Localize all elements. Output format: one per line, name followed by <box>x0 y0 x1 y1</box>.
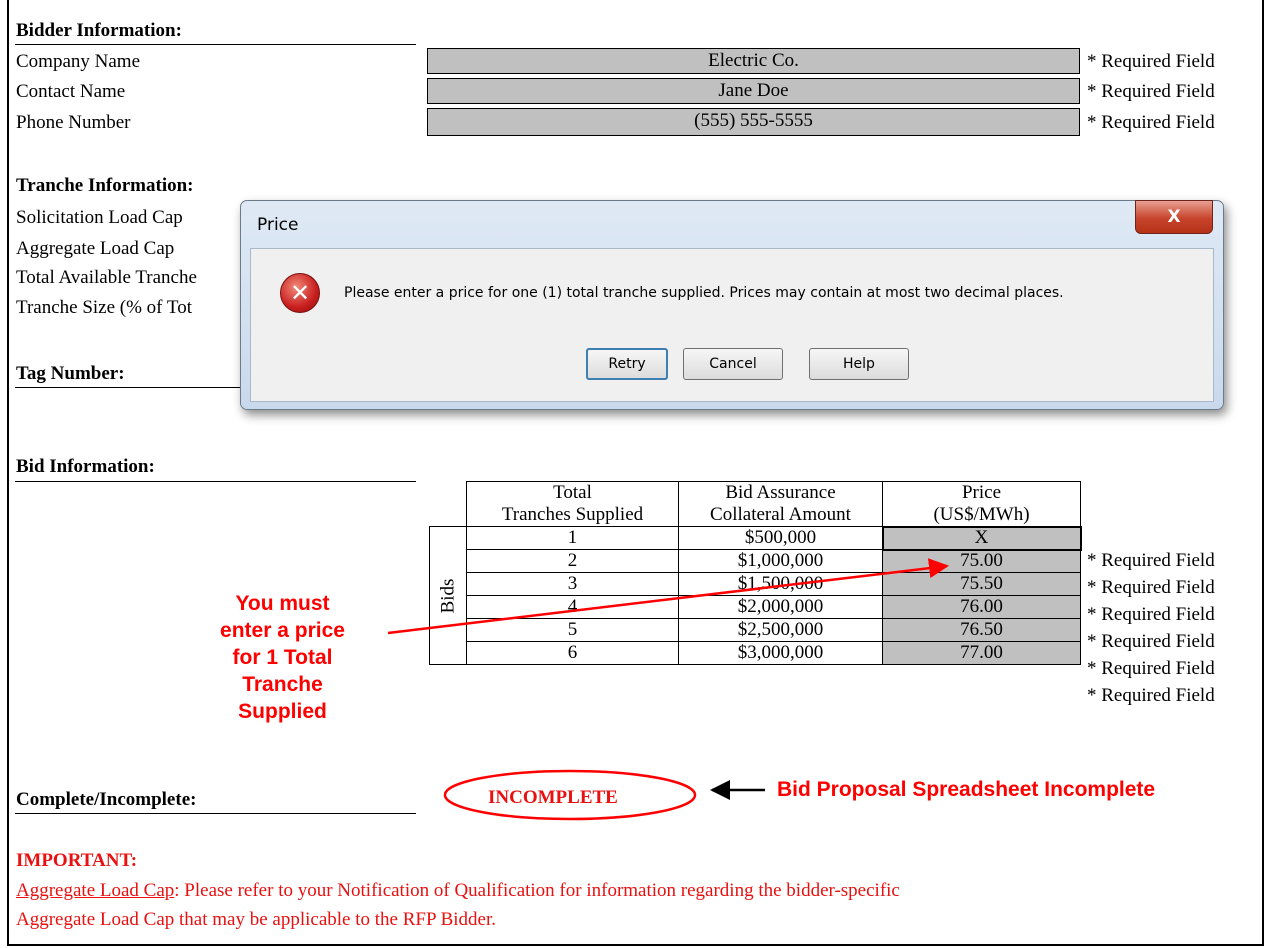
status-heading-rule <box>15 813 416 814</box>
dialog-message: Please enter a price for one (1) total t… <box>344 285 1064 301</box>
cancel-button[interactable]: Cancel <box>683 348 783 380</box>
important-heading: IMPORTANT: <box>16 850 138 871</box>
aggregate-load-cap-link[interactable]: Aggregate Load Cap <box>16 880 174 901</box>
error-icon: ✕ <box>280 273 320 313</box>
status-value: INCOMPLETE <box>488 787 618 808</box>
retry-button[interactable]: Retry <box>586 348 668 380</box>
dialog-title: Price <box>257 215 299 235</box>
price-error-dialog: Price X ✕ Please enter a price for one (… <box>240 200 1224 410</box>
close-button[interactable]: X <box>1135 200 1213 234</box>
important-text-line2: Aggregate Load Cap that may be applicabl… <box>16 909 496 930</box>
close-icon: X <box>1167 207 1181 227</box>
help-button[interactable]: Help <box>809 348 909 380</box>
status-annotation: Bid Proposal Spreadsheet Incomplete <box>777 778 1156 801</box>
status-heading: Complete/Incomplete: <box>16 789 197 810</box>
important-text-line1: Aggregate Load Cap: Please refer to your… <box>16 879 900 903</box>
price-arrow <box>387 558 949 635</box>
important-text1: : Please refer to your Notification of Q… <box>174 880 900 901</box>
dialog-body: ✕ Please enter a price for one (1) total… <box>250 248 1214 402</box>
